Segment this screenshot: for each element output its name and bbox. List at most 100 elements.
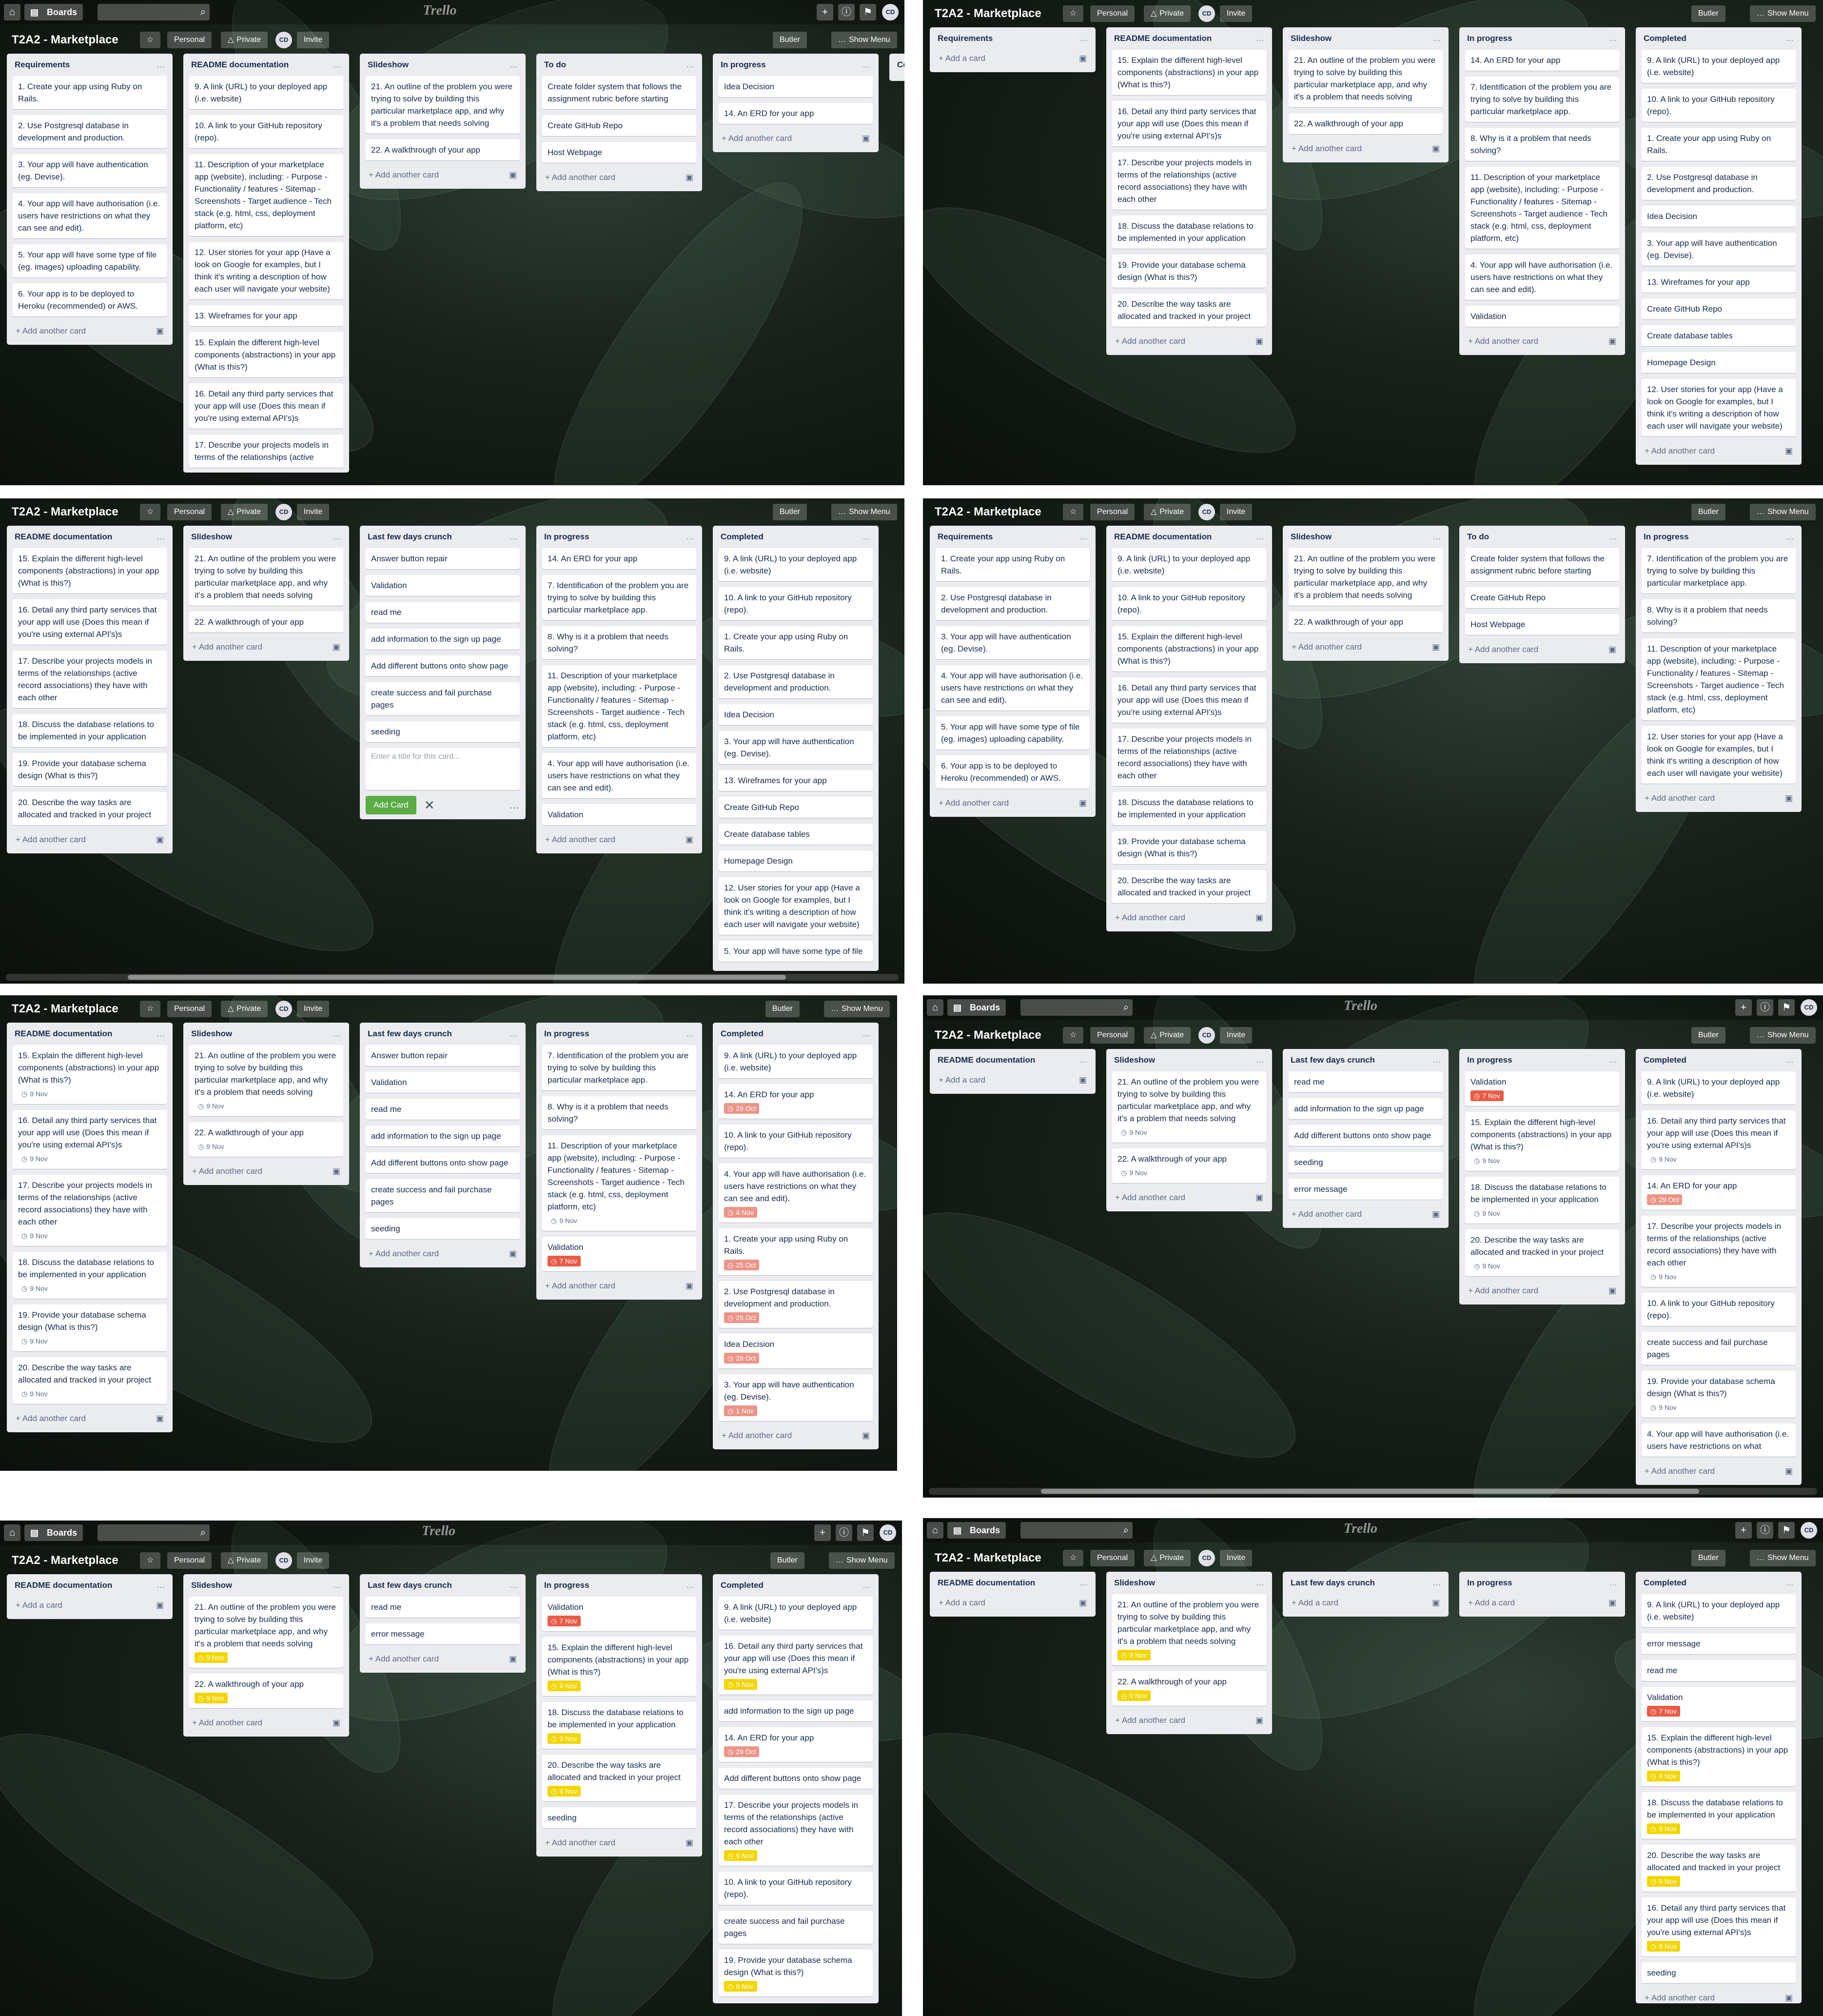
add-card-button[interactable]: + Add another card ▣ — [1112, 1189, 1266, 1206]
list-menu-icon[interactable]: … — [1079, 1055, 1088, 1065]
list-card[interactable]: 14. An ERD for your app — [542, 548, 696, 569]
list-card[interactable]: Add different buttons onto show page — [719, 1768, 873, 1789]
info-button[interactable]: ⓘ — [1757, 999, 1773, 1016]
list-title[interactable]: In progress — [544, 1581, 589, 1590]
list-card[interactable]: 10. A link to your GitHub repository (re… — [1112, 587, 1266, 620]
list-title[interactable]: In progress — [721, 60, 766, 70]
add-card-button[interactable]: + Add another card ▣ — [366, 166, 520, 184]
list-card[interactable]: 18. Discuss the database relations to be… — [1642, 1792, 1796, 1839]
list-card[interactable]: 7. Identification of the problem you are… — [542, 1045, 696, 1090]
list-title[interactable]: Slideshow — [1114, 1578, 1155, 1588]
list-card[interactable]: Host Webpage — [542, 142, 696, 163]
list-card[interactable]: 22. A walkthrough of your app ◷ 9 Nov — [189, 1674, 343, 1708]
composer-options-icon[interactable]: … — [509, 796, 520, 814]
list-card[interactable]: 18. Discuss the database relations to be… — [542, 1702, 696, 1749]
list-card[interactable]: 17. Describe your projects models in ter… — [13, 651, 167, 708]
list-card[interactable]: 16. Detail any third party services that… — [1112, 677, 1266, 723]
list-card[interactable]: seeding — [1289, 1152, 1443, 1173]
add-card-button[interactable]: + Add another card ▣ — [366, 1245, 520, 1263]
invite-button[interactable]: Invite — [1220, 5, 1253, 22]
list-card[interactable]: Validation ◷ 7 Nov — [542, 1597, 696, 1631]
list-card[interactable]: 16. Detail any third party services that… — [1112, 101, 1266, 146]
list-title[interactable]: README documentation — [15, 1581, 112, 1590]
list-card[interactable]: 16. Detail any third party services that… — [13, 599, 167, 645]
star-button[interactable]: ☆ — [140, 1001, 161, 1017]
card-template-icon[interactable]: ▣ — [862, 968, 870, 971]
list-card[interactable]: 7. Identification of the problem you are… — [542, 575, 696, 620]
boards-button[interactable]: ▤ Boards — [947, 1522, 1006, 1539]
list-card[interactable]: 13. Wireframes for your app — [189, 305, 343, 326]
list-card[interactable]: 11. Description of your marketplace app … — [1642, 638, 1796, 720]
list-card[interactable]: Create folder system that follows the as… — [542, 76, 696, 109]
invite-button[interactable]: Invite — [297, 32, 330, 48]
list-card[interactable]: Create GitHub Repo — [1642, 298, 1796, 319]
board-title[interactable]: T2A2 - Marketplace — [935, 498, 1041, 526]
list-card[interactable]: Homepage Design — [719, 850, 873, 871]
card-template-icon[interactable]: ▣ — [862, 1427, 870, 1444]
show-menu-button[interactable]: … Show Menu — [1750, 1027, 1816, 1044]
butler-button[interactable]: Butler — [1691, 1550, 1725, 1566]
add-card-button[interactable]: + Add a card ▣ — [936, 1594, 1090, 1612]
list-card[interactable]: 4. Your app will have authorisation (i.e… — [936, 665, 1090, 711]
add-card-button[interactable]: + Add a card ▣ — [936, 1071, 1090, 1089]
list-menu-icon[interactable]: … — [686, 60, 694, 70]
add-card-button[interactable]: + Add another card ▣ — [719, 968, 873, 971]
list-title[interactable]: README documentation — [15, 532, 112, 542]
list-card[interactable]: 14. An ERD for your app ◷ 29 Oct — [719, 1084, 873, 1119]
list-menu-icon[interactable]: … — [1432, 34, 1441, 43]
list-card[interactable]: 2. Use Postgresql database in developmen… — [1642, 167, 1796, 200]
close-icon[interactable]: ✕ — [424, 798, 435, 813]
list-card[interactable]: add information to the sign up page — [366, 629, 520, 650]
card-template-icon[interactable]: ▣ — [1608, 641, 1616, 658]
list-card[interactable]: 21. An outline of the problem you were t… — [1112, 1594, 1266, 1665]
list-title[interactable]: Completed — [721, 532, 764, 542]
list-card[interactable]: 21. An outline of the problem you were t… — [189, 1045, 343, 1116]
list-card[interactable]: seeding — [1642, 1962, 1796, 1983]
list-title[interactable]: Last few days crunch — [368, 1581, 452, 1590]
list-card[interactable]: 17. Describe your projects models in ter… — [13, 1175, 167, 1246]
star-button[interactable]: ☆ — [1063, 1550, 1084, 1566]
list-title[interactable]: Last few days crunch — [1291, 1055, 1375, 1065]
invite-button[interactable]: Invite — [1220, 1550, 1253, 1566]
list-card[interactable]: Create GitHub Repo — [542, 115, 696, 136]
list-card[interactable]: 1. Create your app using Ruby on Rails. — [719, 626, 873, 659]
list-card[interactable]: create success and fail purchase pages — [719, 1911, 873, 1944]
add-card-button[interactable]: + Add another card ▣ — [1289, 638, 1443, 656]
list-card[interactable]: 4. Your app will have authorisation (i.e… — [13, 193, 167, 238]
list-menu-icon[interactable]: … — [1432, 532, 1441, 542]
card-template-icon[interactable]: ▣ — [333, 1163, 340, 1180]
list-card[interactable]: Create database tables — [1642, 325, 1796, 346]
home-button[interactable]: ⌂ — [927, 1522, 943, 1539]
search-input[interactable]: ⌕ — [98, 1524, 210, 1541]
add-card-button[interactable]: + Add another card ▣ — [1289, 140, 1443, 158]
private-button[interactable]: △ Private — [221, 1552, 268, 1569]
scrollbar-thumb[interactable] — [1041, 1489, 1699, 1494]
list-card[interactable]: 9. A link (URL) to your deployed app (i.… — [189, 76, 343, 109]
list-card[interactable]: 8. Why is it a problem that needs solvin… — [542, 626, 696, 659]
card-template-icon[interactable]: ▣ — [333, 638, 340, 656]
list-card[interactable]: 8. Why is it a problem that needs solvin… — [1642, 599, 1796, 632]
list-card[interactable]: Validation ◷ 7 Nov — [1465, 1071, 1619, 1106]
member-avatar[interactable]: CD — [275, 504, 292, 520]
list-menu-icon[interactable]: … — [510, 1029, 518, 1039]
home-button[interactable]: ⌂ — [4, 4, 20, 20]
list-card[interactable]: Validation — [366, 575, 520, 596]
card-template-icon[interactable]: ▣ — [1785, 1463, 1793, 1480]
list-card[interactable]: 14. An ERD for your app ◷ 29 Oct — [1642, 1175, 1796, 1210]
list-card[interactable]: 17. Describe your projects models in ter… — [1112, 152, 1266, 210]
search-input[interactable]: ⌕ — [1020, 1522, 1133, 1539]
card-template-icon[interactable]: ▣ — [1608, 1594, 1616, 1612]
list-card[interactable]: 20. Describe the way tasks are allocated… — [13, 1357, 167, 1404]
member-avatar[interactable]: CD — [1198, 504, 1215, 520]
personal-button[interactable]: Personal — [1090, 1027, 1135, 1044]
list-menu-icon[interactable]: … — [1079, 34, 1088, 43]
star-button[interactable]: ☆ — [1063, 1027, 1084, 1044]
board-title[interactable]: T2A2 - Marketplace — [12, 1547, 118, 1574]
create-button[interactable]: + — [1735, 999, 1752, 1016]
list-card[interactable]: 5. Your app will have some type of file — [719, 941, 873, 962]
add-card-button[interactable]: + Add another card ▣ — [936, 794, 1090, 812]
invite-button[interactable]: Invite — [297, 1552, 330, 1569]
star-button[interactable]: ☆ — [140, 504, 161, 520]
list-card[interactable]: Host Webpage — [1465, 614, 1619, 635]
card-template-icon[interactable]: ▣ — [156, 1410, 164, 1427]
